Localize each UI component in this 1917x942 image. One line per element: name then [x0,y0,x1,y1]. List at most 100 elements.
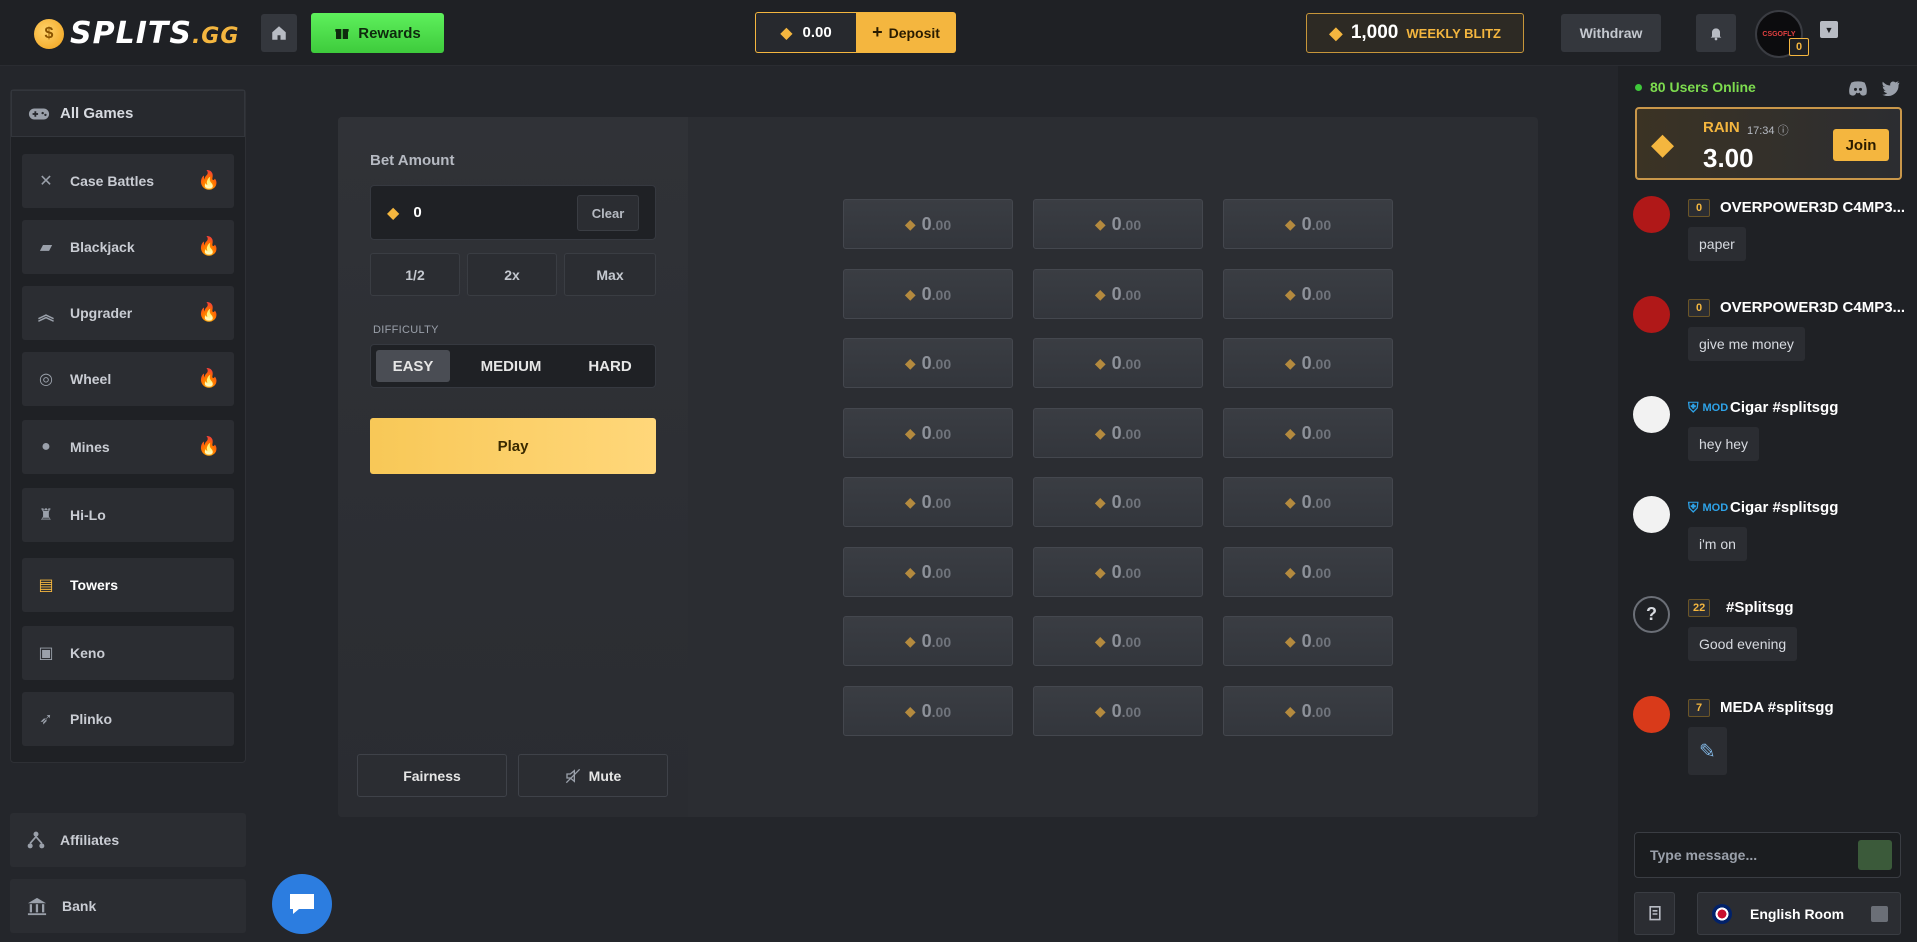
difficulty-medium[interactable]: MEDIUM [466,350,556,382]
tile-value-dec: .00 [1121,286,1142,303]
sidebar-item-blackjack[interactable]: ▰ Blackjack 🔥 [22,220,234,274]
question-icon: ? [1646,604,1657,624]
tower-tile[interactable]: ◆ 0.00 [1033,269,1203,319]
sidebar-item-mines[interactable]: ● Mines 🔥 [22,420,234,474]
sidebar-item-plinko[interactable]: ➶ Plinko [22,692,234,746]
max-bet-button[interactable]: Max [564,253,656,296]
emote-picker-button[interactable] [1858,840,1892,870]
gift-icon [335,29,349,39]
tower-tile[interactable]: ◆ 0.00 [843,686,1013,736]
tower-tile[interactable]: ◆ 0.00 [843,477,1013,527]
chat-username[interactable]: OVERPOWER3D C4MP3... [1720,199,1905,216]
site-logo[interactable]: $ SPLITS.GG [34,16,239,51]
tower-tile[interactable]: ◆ 0.00 [1033,616,1203,666]
chat-username[interactable]: MEDA #splitsgg [1720,699,1834,716]
tower-tile[interactable]: ◆ 0.00 [1223,408,1393,458]
chat-avatar[interactable]: ? [1633,596,1670,633]
tile-value-dec: .00 [1121,494,1142,511]
tower-tile[interactable]: ◆ 0.00 [843,408,1013,458]
double-bet-button[interactable]: 2x [467,253,557,296]
tile-value-int: 0 [1111,630,1122,651]
user-avatar[interactable]: CSGOFLY 0 [1755,10,1809,58]
tower-tile[interactable]: ◆ 0.00 [1033,547,1203,597]
home-button[interactable] [261,14,297,52]
tower-tile[interactable]: ◆ 0.00 [1223,547,1393,597]
discord-icon[interactable] [1847,78,1869,98]
tile-value-int: 0 [921,630,932,651]
all-games-button[interactable]: All Games [11,90,245,137]
tile-value-dec: .00 [1121,355,1142,372]
tower-tile[interactable]: ◆ 0.00 [1033,338,1203,388]
tower-tile[interactable]: ◆ 0.00 [1223,199,1393,249]
chat-avatar[interactable] [1633,196,1670,233]
sidebar-item-case-battles[interactable]: ✕ Case Battles 🔥 [22,154,234,208]
withdraw-button[interactable]: Withdraw [1561,14,1661,52]
gem-icon: ◆ [1284,354,1296,371]
tile-value-int: 0 [1301,352,1312,373]
tower-tile[interactable]: ◆ 0.00 [843,269,1013,319]
half-bet-button[interactable]: 1/2 [370,253,460,296]
tower-tile[interactable]: ◆ 0.00 [1223,338,1393,388]
difficulty-easy[interactable]: EASY [376,350,450,382]
chat-avatar[interactable] [1633,496,1670,533]
twitter-icon[interactable] [1880,78,1902,98]
chat-message: 0 OVERPOWER3D C4MP3... give me money [1633,296,1905,386]
sidebar-item-keno[interactable]: ▣ Keno [22,626,234,680]
chat-avatar[interactable] [1633,396,1670,433]
gem-icon: ◆ [1284,215,1296,232]
deposit-button[interactable]: + Deposit [856,12,956,53]
gem-icon: ◆ [1094,493,1106,510]
gem-icon: ◆ [1094,424,1106,441]
notifications-button[interactable] [1696,14,1736,52]
clear-bet-button[interactable]: Clear [577,195,639,231]
chat-username[interactable]: Cigar #splitsgg [1730,399,1838,416]
tower-tile[interactable]: ◆ 0.00 [1033,408,1203,458]
tower-tile[interactable]: ◆ 0.00 [1223,269,1393,319]
chat-avatar[interactable] [1633,696,1670,733]
sidebar-item-hi-lo[interactable]: ♜ Hi-Lo [22,488,234,542]
home-icon [272,26,286,40]
gem-icon: ◆ [780,24,793,42]
gem-icon: ◆ [904,493,916,510]
chat-username[interactable]: Cigar #splitsgg [1730,499,1838,516]
weekly-blitz-banner[interactable]: ◆ 1,000 WEEKLY BLITZ [1306,13,1524,53]
chat-rules-button[interactable] [1634,892,1675,935]
bank-link[interactable]: Bank [10,879,246,933]
bet-amount-label: Bet Amount [370,152,455,169]
tower-tile[interactable]: ◆ 0.00 [843,616,1013,666]
rain-join-button[interactable]: Join [1833,129,1889,161]
tower-tile[interactable]: ◆ 0.00 [843,338,1013,388]
chat-avatar[interactable] [1633,296,1670,333]
tile-value-int: 0 [1111,491,1122,512]
support-chat-button[interactable] [272,874,332,934]
tower-tile[interactable]: ◆ 0.00 [1223,477,1393,527]
tower-tile[interactable]: ◆ 0.00 [1033,477,1203,527]
tower-tile[interactable]: ◆ 0.00 [1033,686,1203,736]
gem-icon: ◆ [1094,702,1106,719]
affiliates-link[interactable]: Affiliates [10,813,246,867]
tile-value-int: 0 [921,422,932,443]
rewards-button[interactable]: Rewards [311,13,444,53]
tower-tile[interactable]: ◆ 0.00 [843,199,1013,249]
gem-icon: ◆ [904,563,916,580]
tower-tile[interactable]: ◆ 0.00 [843,547,1013,597]
sidebar-item-upgrader[interactable]: ︽ Upgrader 🔥 [22,286,234,340]
user-menu-dropdown[interactable]: ▼ [1820,21,1838,38]
difficulty-hard[interactable]: HARD [572,350,648,382]
tower-tile[interactable]: ◆ 0.00 [1223,616,1393,666]
fairness-button[interactable]: Fairness [357,754,507,797]
chat-username[interactable]: #Splitsgg [1726,599,1794,616]
play-button[interactable]: Play [370,418,656,474]
fire-icon: 🔥 [197,302,220,323]
tile-value-dec: .00 [931,494,952,511]
sidebar-item-towers[interactable]: ▤ Towers [22,558,234,612]
mod-badge: ⛨ MOD [1688,499,1729,515]
wheel-icon: ◎ [39,371,53,388]
tower-tile[interactable]: ◆ 0.00 [1223,686,1393,736]
gem-icon: ◆ [904,285,916,302]
tower-tile[interactable]: ◆ 0.00 [1033,199,1203,249]
chat-username[interactable]: OVERPOWER3D C4MP3... [1720,299,1905,316]
chat-room-selector[interactable]: English Room [1697,892,1901,935]
sidebar-item-wheel[interactable]: ◎ Wheel 🔥 [22,352,234,406]
mute-button[interactable]: Mute [518,754,668,797]
